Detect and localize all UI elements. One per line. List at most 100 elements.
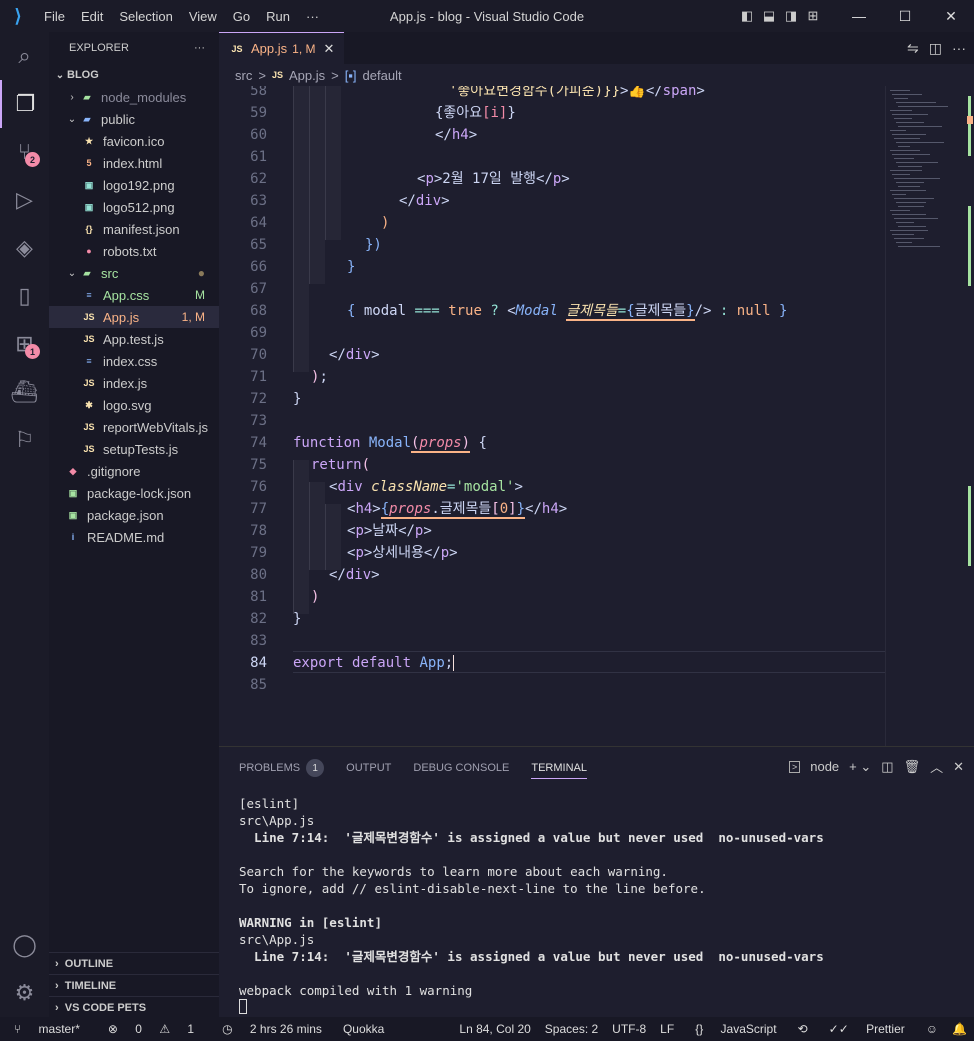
split-terminal-icon[interactable]: ◫ [881,759,893,775]
compare-changes-icon[interactable]: ⇋ [907,40,919,57]
file-name: node_modules [101,89,187,105]
explorer-title: EXPLORER [69,42,129,54]
file-item[interactable]: i README.md [49,526,219,548]
file-item[interactable]: ▣ logo512.png [49,196,219,218]
new-terminal-icon[interactable]: + ⌄ [849,759,871,775]
menu-run[interactable]: Run [258,9,298,24]
folder-item[interactable]: ⌄ ▰ public [49,108,219,130]
pets-label: VS CODE PETS [64,1001,147,1014]
tab-app-js[interactable]: JS App.js 1, M ✕ [219,32,345,64]
minimize-icon[interactable]: — [836,8,882,25]
maximize-icon[interactable]: ☐ [882,8,928,25]
code-line: function Modal(props) { [293,435,487,453]
menu-view[interactable]: View [181,9,225,24]
file-name: manifest.json [103,221,180,237]
encoding[interactable]: UTF-8 [612,1022,646,1036]
file-item[interactable]: JS App.js 1, M [49,306,219,328]
prettier-status[interactable]: ✓✓ Prettier [822,1022,912,1036]
file-item[interactable]: JS reportWebVitals.js [49,416,219,438]
breadcrumb-file[interactable]: App.js [289,68,325,83]
menu-more[interactable]: ··· [298,9,327,24]
feedback-icon[interactable]: ☺ [926,1022,938,1036]
extensions-icon[interactable]: ⊞ 1 [0,320,49,368]
python-icon[interactable]: ◈ [0,224,49,272]
file-item[interactable]: ▣ logo192.png [49,174,219,196]
menu-edit[interactable]: Edit [73,9,111,24]
file-type-icon: JS [83,444,95,454]
source-control-icon[interactable]: ⑂ 2 [0,128,49,176]
toggle-sidebar-icon[interactable]: ◧ [736,8,758,24]
remote-explorer-icon[interactable]: ▯ [0,272,49,320]
terminal-output[interactable]: [eslint] src\App.js Line 7:14: '글제목변경함수' … [239,795,824,1014]
file-item[interactable]: ≡ index.css [49,350,219,372]
more-actions-icon[interactable]: ··· [952,40,966,56]
file-item[interactable]: JS App.test.js [49,328,219,350]
code-editor[interactable]: 58 59 60 61 62 63 64 65 66 67 68 69 70 71 72 73 74 75 76 77… [219,86,885,746]
file-item[interactable]: ▣ package-lock.json [49,482,219,504]
line-number: 66 [250,259,267,275]
minimap[interactable] [885,86,965,746]
account-icon[interactable]: ◯ [0,921,49,969]
indentation[interactable]: Spaces: 2 [545,1022,598,1036]
menu-selection[interactable]: Selection [111,9,180,24]
close-tab-icon[interactable]: ✕ [323,41,334,57]
line-number: 63 [250,193,267,209]
breadcrumb-symbol[interactable]: default [363,68,402,83]
run-debug-icon[interactable]: ▷ [0,176,49,224]
chevron-right-icon: › [55,979,65,992]
cursor-position[interactable]: Ln 84, Col 20 [459,1022,530,1036]
toggle-secondary-sidebar-icon[interactable]: ◨ [780,8,802,24]
close-panel-icon[interactable]: ✕ [953,759,964,775]
folder-item[interactable]: › ▰ node_modules [49,86,219,108]
terminal-name-dropdown[interactable]: node [810,759,839,774]
time-tracker[interactable]: ◷ 2 hrs 26 mins [215,1022,329,1036]
split-editor-icon[interactable]: ◫ [929,40,942,57]
problems-indicator[interactable]: ⊗ 0 ⚠ 1 [101,1022,201,1036]
quokka-indicator[interactable]: Quokka [343,1022,384,1036]
tab-output[interactable]: OUTPUT [346,762,391,774]
workspace-root[interactable]: ⌄ BLOG [49,64,219,86]
breadcrumb-src[interactable]: src [235,68,252,83]
language-mode[interactable]: {} JavaScript [688,1022,783,1036]
file-item[interactable]: ✱ logo.svg [49,394,219,416]
explorer-icon[interactable]: ❐ [0,80,49,128]
outline-section[interactable]: › OUTLINE [49,952,219,974]
file-item[interactable]: ● robots.txt [49,240,219,262]
debug-console-label: DEBUG CONSOLE [413,762,510,774]
editor-scrollbar[interactable] [965,86,974,746]
notifications-bell-icon[interactable]: 🔔 [952,1022,967,1036]
customize-layout-icon[interactable]: ⊞ [802,8,824,24]
tab-problems[interactable]: PROBLEMS 1 [239,759,325,777]
docker-icon[interactable]: ⛴ [0,368,49,416]
file-item[interactable]: ≡ App.css M [49,284,219,306]
timeline-section[interactable]: › TIMELINE [49,974,219,996]
folder-item[interactable]: ⌄ ▰ src ● [49,262,219,284]
search-icon[interactable]: ⌕ [0,32,49,80]
tab-terminal[interactable]: TERMINAL [531,757,587,779]
line-ending[interactable]: LF [660,1022,674,1036]
code-line: <p>2월 17일 발행</p> [417,171,570,187]
menu-go[interactable]: Go [225,9,258,24]
line-number: 69 [250,325,267,341]
pets-section[interactable]: › VS CODE PETS [49,996,219,1017]
toggle-panel-icon[interactable]: ⬓ [758,8,780,24]
chevron-up-icon[interactable]: ︿ [930,757,943,776]
settings-gear-icon[interactable]: ⚙ [0,969,49,1017]
file-item[interactable]: ◆ .gitignore [49,460,219,482]
file-item[interactable]: {} manifest.json [49,218,219,240]
menu-file[interactable]: File [36,9,73,24]
file-item[interactable]: 5 index.html [49,152,219,174]
file-item[interactable]: ▣ package.json [49,504,219,526]
file-item[interactable]: JS index.js [49,372,219,394]
line-number: 80 [250,567,267,583]
bookmark-icon[interactable]: ⚐ [0,416,49,464]
tab-debug-console[interactable]: DEBUG CONSOLE [413,762,509,774]
explorer-more-icon[interactable]: ··· [194,42,205,54]
chevron-down-icon: ⌄ [67,267,77,279]
trash-icon[interactable]: 🗑 [904,759,921,775]
branch-indicator[interactable]: ⑂ master* [7,1022,87,1036]
live-share-icon[interactable]: ⟲ [798,1022,808,1036]
file-item[interactable]: ★ favicon.ico [49,130,219,152]
file-item[interactable]: JS setupTests.js [49,438,219,460]
close-window-icon[interactable]: ✕ [928,8,974,25]
